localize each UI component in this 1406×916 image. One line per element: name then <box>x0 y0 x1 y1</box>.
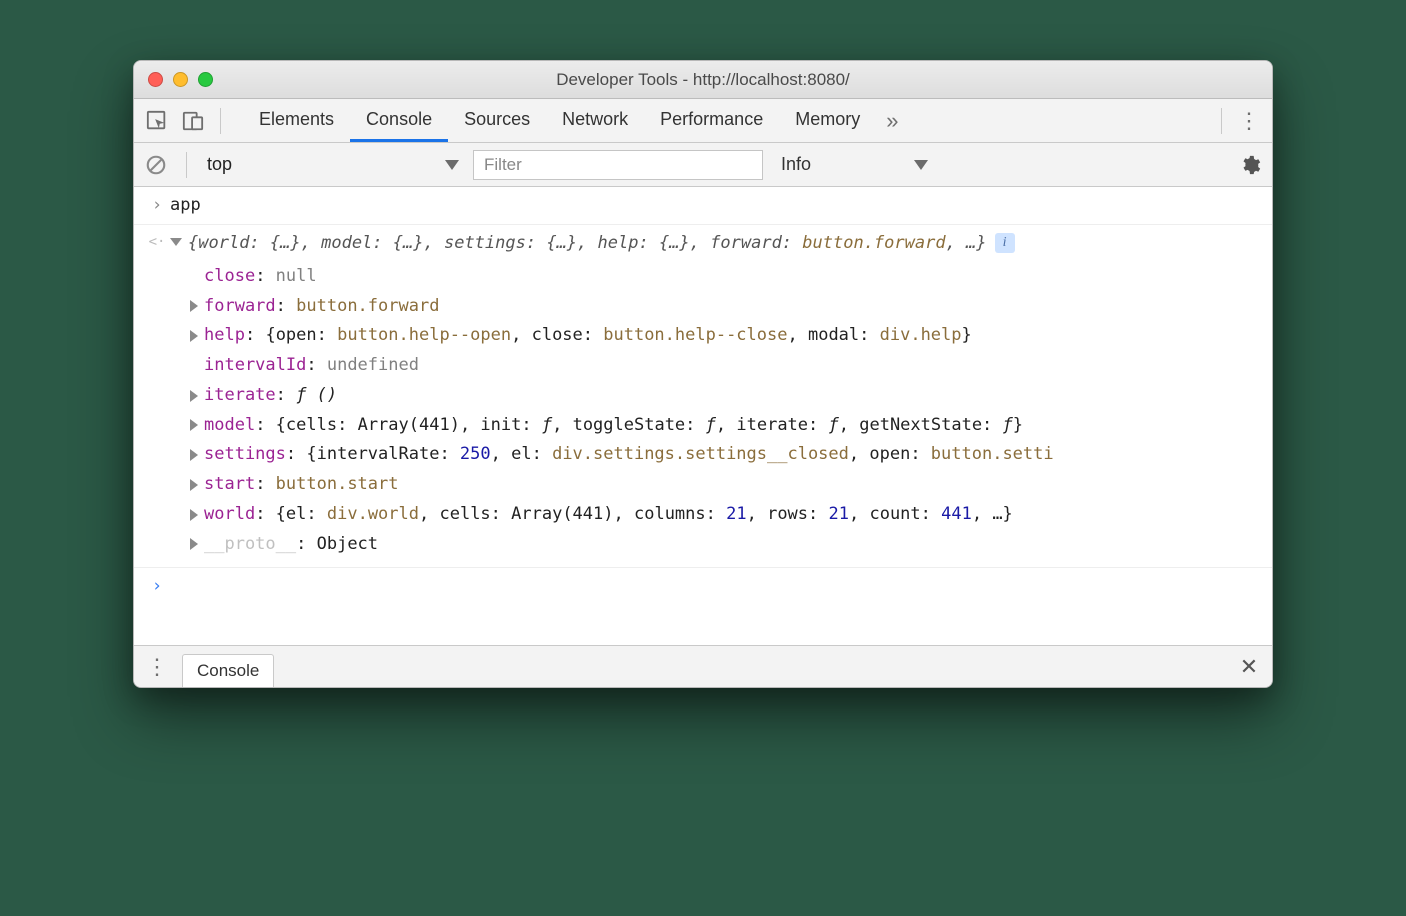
tab-console[interactable]: Console <box>350 99 448 142</box>
window-title: Developer Tools - http://localhost:8080/ <box>134 70 1272 90</box>
expand-toggle[interactable] <box>170 229 188 258</box>
devtools-window: Developer Tools - http://localhost:8080/… <box>133 60 1273 688</box>
prop-iterate[interactable]: iterate: ƒ () <box>134 381 1272 411</box>
object-summary: {world: {…}, model: {…}, settings: {…}, … <box>188 229 987 258</box>
drawer-menu-button[interactable]: ⋮ <box>142 654 172 680</box>
info-icon[interactable]: i <box>995 233 1015 253</box>
console-settings-icon[interactable] <box>1236 151 1264 179</box>
divider <box>186 152 187 178</box>
prompt-icon: › <box>144 191 170 220</box>
panel-tabs: Elements Console Sources Network Perform… <box>243 99 1209 142</box>
context-label: top <box>207 154 232 175</box>
more-tabs-button[interactable]: » <box>876 99 908 142</box>
filter-input[interactable] <box>473 150 763 180</box>
execution-context-selector[interactable]: top <box>203 152 463 177</box>
close-window-button[interactable] <box>148 72 163 87</box>
log-level-selector[interactable]: Info <box>773 154 928 175</box>
inspect-element-icon[interactable] <box>142 106 172 136</box>
divider <box>1221 108 1222 134</box>
prop-model[interactable]: model: {cells: Array(441), init: ƒ, togg… <box>134 411 1272 441</box>
console-input-row[interactable]: › app <box>134 187 1272 224</box>
input-text: app <box>170 191 201 220</box>
main-toolbar: Elements Console Sources Network Perform… <box>134 99 1272 143</box>
prop-proto[interactable]: __proto__: Object <box>134 530 1272 560</box>
console-prompt-row[interactable]: › <box>134 567 1272 605</box>
traffic-lights <box>134 72 213 87</box>
console-toolbar: top Info <box>134 143 1272 187</box>
minimize-window-button[interactable] <box>173 72 188 87</box>
clear-console-icon[interactable] <box>142 151 170 179</box>
prop-help[interactable]: help: {open: button.help--open, close: b… <box>134 321 1272 351</box>
prompt-icon: › <box>144 572 170 601</box>
return-icon: <· <box>144 231 170 255</box>
divider <box>220 108 221 134</box>
drawer: ⋮ Console ✕ <box>134 645 1272 687</box>
prop-settings[interactable]: settings: {intervalRate: 250, el: div.se… <box>134 440 1272 470</box>
prop-world[interactable]: world: {el: div.world, cells: Array(441)… <box>134 500 1272 530</box>
tab-memory[interactable]: Memory <box>779 99 876 142</box>
tab-elements[interactable]: Elements <box>243 99 350 142</box>
prop-intervalid[interactable]: intervalId: undefined <box>134 351 1272 381</box>
level-label: Info <box>781 154 811 175</box>
zoom-window-button[interactable] <box>198 72 213 87</box>
prop-close[interactable]: close: null <box>134 262 1272 292</box>
tab-performance[interactable]: Performance <box>644 99 779 142</box>
settings-menu-button[interactable]: ⋮ <box>1234 108 1264 134</box>
console-result-row[interactable]: <· {world: {…}, model: {…}, settings: {…… <box>134 224 1272 262</box>
prop-start[interactable]: start: button.start <box>134 470 1272 500</box>
tab-sources[interactable]: Sources <box>448 99 546 142</box>
tab-network[interactable]: Network <box>546 99 644 142</box>
console-output: › app <· {world: {…}, model: {…}, settin… <box>134 187 1272 645</box>
close-drawer-icon[interactable]: ✕ <box>1234 654 1264 680</box>
drawer-tab-console[interactable]: Console <box>182 654 274 688</box>
chevron-down-icon <box>914 160 928 170</box>
titlebar: Developer Tools - http://localhost:8080/ <box>134 61 1272 99</box>
device-toolbar-icon[interactable] <box>178 106 208 136</box>
prop-forward[interactable]: forward: button.forward <box>134 292 1272 322</box>
chevron-down-icon <box>445 160 459 170</box>
